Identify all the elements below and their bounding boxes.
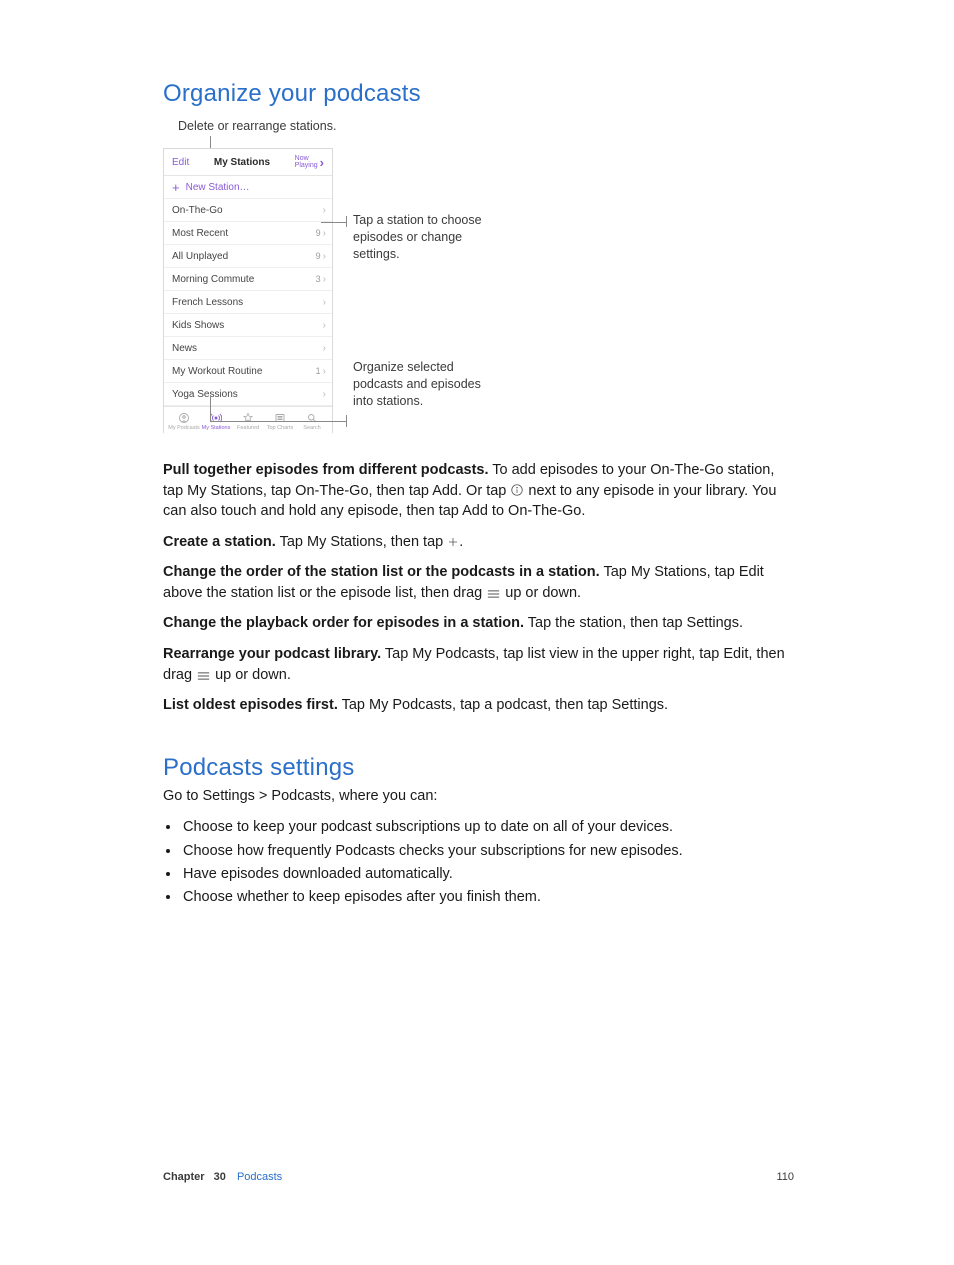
settings-intro: Go to Settings > Podcasts, where you can…	[163, 786, 794, 807]
station-row[interactable]: Kids Shows›	[164, 314, 332, 337]
antenna-icon	[210, 411, 222, 424]
heading-podcasts-settings: Podcasts settings	[163, 754, 794, 782]
station-row[interactable]: On-The-Go›	[164, 199, 332, 222]
station-label: Most Recent	[172, 228, 316, 239]
para-2a: Tap My Stations, then tap	[276, 534, 447, 550]
para-1-bold: Pull together episodes from different po…	[163, 462, 489, 478]
star-icon	[242, 411, 254, 424]
station-row[interactable]: French Lessons›	[164, 291, 332, 314]
plus-icon: +	[172, 180, 180, 195]
footer-section: Podcasts	[237, 1171, 282, 1183]
station-row[interactable]: Yoga Sessions›	[164, 383, 332, 406]
list-item: Choose whether to keep episodes after yo…	[181, 886, 794, 909]
tab-label: My Podcasts	[168, 425, 199, 431]
station-label: All Unplayed	[172, 251, 316, 262]
station-label: My Workout Routine	[172, 366, 316, 377]
figure-stations: Delete or rearrange stations. Edit My St…	[163, 112, 593, 442]
podcasts-icon	[178, 411, 190, 424]
page-footer: Chapter 30 Podcasts 110	[163, 1171, 794, 1183]
chevron-right-icon: ›	[323, 274, 326, 285]
tab-label: Featured	[237, 425, 259, 431]
body-text: Pull together episodes from different po…	[163, 460, 794, 716]
callout-delete-rearrange: Delete or rearrange stations.	[178, 118, 336, 135]
now-playing-button[interactable]: NowPlaying ›	[295, 155, 324, 170]
para-6a: Tap My Podcasts, tap a podcast, then tap…	[338, 697, 668, 713]
station-label: Kids Shows	[172, 320, 323, 331]
footer-chapter-num: 30	[214, 1171, 226, 1183]
para-2c: .	[459, 534, 463, 550]
now-playing-label-top: Now	[295, 155, 309, 162]
para-3c: up or down.	[501, 585, 581, 601]
chevron-right-icon: ›	[323, 205, 326, 216]
station-label: French Lessons	[172, 297, 323, 308]
chevron-right-icon: ›	[320, 155, 324, 170]
para-2-bold: Create a station.	[163, 534, 276, 550]
callout-organize-stations: Organize selected podcasts and episodes …	[353, 359, 483, 410]
leader-line	[210, 395, 211, 421]
chevron-right-icon: ›	[323, 389, 326, 400]
para-4-bold: Change the playback order for episodes i…	[163, 615, 524, 631]
settings-body: Go to Settings > Podcasts, where you can…	[163, 786, 794, 909]
new-station-label: New Station…	[186, 182, 250, 193]
info-icon	[510, 483, 524, 497]
leader-line	[346, 415, 347, 427]
now-playing-label-bot: Playing	[295, 162, 318, 169]
callout-tap-station: Tap a station to choose episodes or chan…	[353, 212, 493, 263]
para-4a: Tap the station, then tap Settings.	[524, 615, 743, 631]
phone-navbar: Edit My Stations NowPlaying ›	[164, 149, 332, 176]
station-count: 9	[316, 251, 321, 261]
tab-my-podcasts[interactable]: My Podcasts	[168, 411, 200, 431]
phone-screenshot: Edit My Stations NowPlaying › + New Stat…	[163, 148, 333, 433]
list-item: Choose how frequently Podcasts checks yo…	[181, 840, 794, 863]
chevron-right-icon: ›	[323, 366, 326, 377]
tab-label: Search	[303, 425, 320, 431]
search-icon	[306, 411, 318, 424]
para-5-bold: Rearrange your podcast library.	[163, 646, 381, 662]
station-label: News	[172, 343, 323, 354]
station-row[interactable]: All Unplayed9›	[164, 245, 332, 268]
edit-button[interactable]: Edit	[172, 157, 189, 168]
navbar-title: My Stations	[214, 157, 270, 168]
chevron-right-icon: ›	[323, 320, 326, 331]
leader-line	[321, 222, 347, 223]
para-3-bold: Change the order of the station list or …	[163, 564, 600, 580]
chevron-right-icon: ›	[323, 343, 326, 354]
heading-organize: Organize your podcasts	[163, 80, 794, 108]
station-row[interactable]: Morning Commute3›	[164, 268, 332, 291]
settings-list: Choose to keep your podcast subscription…	[163, 816, 794, 909]
chevron-right-icon: ›	[323, 228, 326, 239]
drag-handle-icon	[196, 671, 211, 681]
station-count: 9	[316, 228, 321, 238]
new-station-row[interactable]: + New Station…	[164, 176, 332, 199]
drag-handle-icon	[486, 589, 501, 599]
leader-line	[210, 421, 347, 422]
station-count: 3	[316, 274, 321, 284]
chevron-right-icon: ›	[323, 297, 326, 308]
phone-tabbar: My Podcasts My Stations Featured Top Cha…	[164, 406, 332, 433]
tab-label: Top Charts	[267, 425, 294, 431]
list-item: Have episodes downloaded automatically.	[181, 863, 794, 886]
station-count: 1	[316, 366, 321, 376]
footer-chapter-word: Chapter	[163, 1171, 205, 1183]
station-row[interactable]: News›	[164, 337, 332, 360]
para-5c: up or down.	[211, 667, 291, 683]
para-6-bold: List oldest episodes first.	[163, 697, 338, 713]
station-label: On-The-Go	[172, 205, 323, 216]
station-label: Yoga Sessions	[172, 389, 323, 400]
chevron-right-icon: ›	[323, 251, 326, 262]
leader-line	[346, 216, 347, 227]
charts-icon	[274, 411, 286, 424]
station-row[interactable]: Most Recent9›	[164, 222, 332, 245]
list-item: Choose to keep your podcast subscription…	[181, 816, 794, 839]
station-row[interactable]: My Workout Routine1›	[164, 360, 332, 383]
plus-icon	[447, 536, 459, 548]
tab-label: My Stations	[202, 425, 231, 431]
station-label: Morning Commute	[172, 274, 316, 285]
footer-page-number: 110	[776, 1171, 794, 1183]
